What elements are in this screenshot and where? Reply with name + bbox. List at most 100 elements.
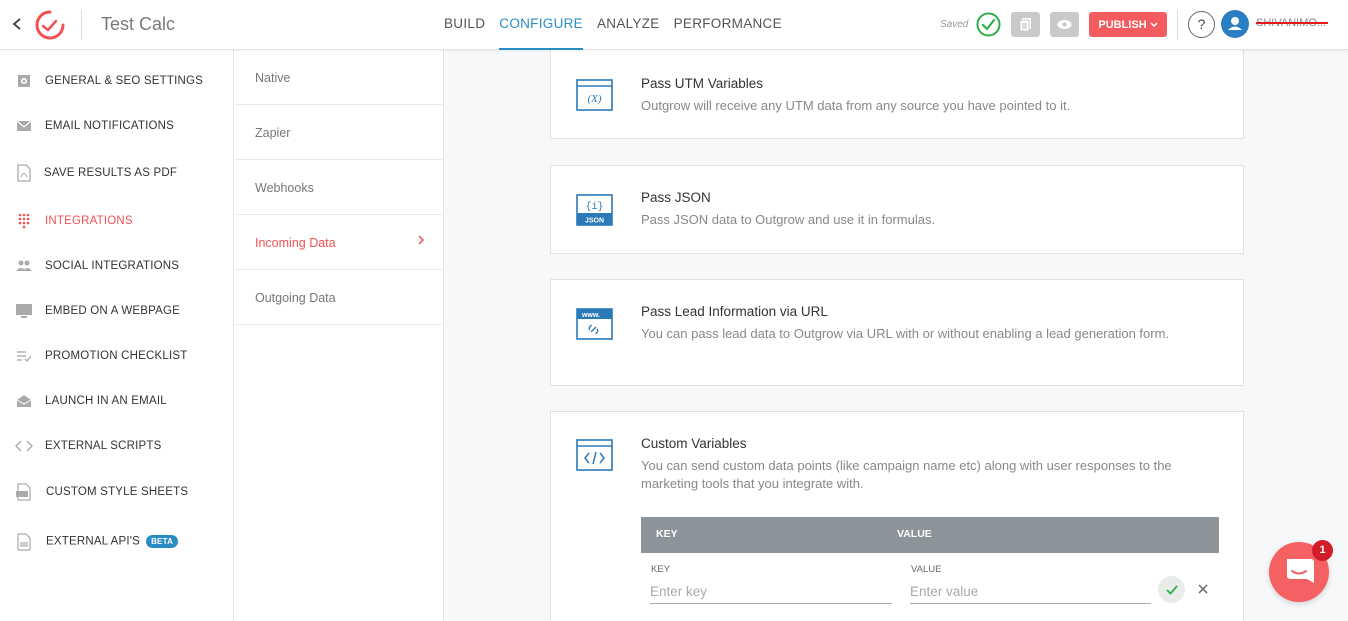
sidebar-item-social-integrations[interactable]: SOCIAL INTEGRATIONS [0,243,234,288]
sidebar-item-external-apis[interactable]: EXTERNAL API'S BETA [0,519,234,564]
submenu-item-native[interactable]: Native [235,50,444,105]
confirm-variable-button[interactable] [1158,576,1185,603]
sidebar-item-label: EMBED ON A WEBPAGE [45,304,181,317]
value-column-header: VALUE [897,528,932,540]
saved-check-icon [976,12,1001,37]
back-arrow-icon[interactable] [10,14,28,34]
svg-text:(X): (X) [587,93,601,105]
copy-button[interactable] [1011,12,1040,37]
card-utm-variables: (X) Pass UTM Variables Outgrow will rece… [550,50,1244,139]
username-redaction [1256,22,1328,24]
key-column-header: KEY [656,528,678,540]
card-lead-via-url: www. Pass Lead Information via URL You c… [550,279,1244,386]
chevron-down-icon [1150,21,1158,27]
sidebar-item-external-scripts[interactable]: EXTERNAL SCRIPTS [0,423,234,468]
sidebar-item-save-pdf[interactable]: SAVE RESULTS AS PDF [0,150,234,195]
sidebar-item-text: EXTERNAL API'S [46,535,141,548]
value-input[interactable] [910,580,1151,604]
sidebar-item-label: LAUNCH IN AN EMAIL [45,394,167,407]
monitor-icon [15,302,33,320]
tab-configure[interactable]: CONFIGURE [499,0,583,50]
code-icon [15,437,33,455]
gear-icon [15,72,33,90]
app-title: Test Calc [101,14,176,34]
sidebar-item-label: EXTERNAL SCRIPTS [45,439,162,452]
top-nav: BUILD CONFIGURE ANALYZE PERFORMANCE [444,0,796,50]
code-window-icon [576,439,613,471]
key-input[interactable] [650,580,892,604]
sidebar-item-label: EMAIL NOTIFICATIONS [45,119,175,132]
header-divider [81,10,82,40]
eye-icon [1057,20,1072,29]
sidebar-item-label: SAVE RESULTS AS PDF [44,166,178,179]
chat-notification-badge: 1 [1312,540,1333,561]
card-description: You can send custom data points (like ca… [641,458,1172,491]
copy-pages-icon [1019,18,1031,32]
card-pass-json: {i} JSON Pass JSON Pass JSON data to Out… [550,165,1244,254]
chevron-right-icon [417,234,425,249]
sidebar-item-embed-webpage[interactable]: EMBED ON A WEBPAGE [0,288,234,333]
envelope-icon [15,117,33,135]
sidebar-item-integrations[interactable]: INTEGRATIONS [0,198,234,243]
submenu-item-incoming-data[interactable]: Incoming Data [235,215,444,270]
user-icon [1228,17,1242,30]
sidebar-item-general-seo[interactable]: GENERAL & SEO SETTINGS [0,58,234,103]
card-title: Pass UTM Variables [641,76,764,91]
css-file-icon [15,482,33,501]
card-title: Pass Lead Information via URL [641,304,828,319]
sidebar-item-label: SOCIAL INTEGRATIONS [45,259,180,272]
sidebar-item-promotion-checklist[interactable]: PROMOTION CHECKLIST [0,333,234,378]
integrations-submenu: Native Zapier Webhooks Incoming Data Out… [235,50,444,621]
beta-badge: BETA [146,535,179,548]
saved-status: Saved [940,19,969,30]
publish-label: PUBLISH [1098,18,1147,31]
card-description: Pass JSON data to Outgrow and use it in … [641,212,936,227]
publish-button[interactable]: PUBLISH [1089,12,1167,37]
svg-text:JSON: JSON [585,218,604,225]
tab-performance[interactable]: PERFORMANCE [674,0,782,50]
card-title: Custom Variables [641,436,747,451]
card-title: Pass JSON [641,190,711,205]
top-header: Test Calc BUILD CONFIGURE ANALYZE PERFOR… [0,0,1348,50]
submenu-item-zapier[interactable]: Zapier [235,105,444,160]
people-icon [15,257,33,275]
avatar[interactable] [1221,10,1249,38]
sidebar-item-label: PROMOTION CHECKLIST [45,349,188,362]
sidebar-item-label: INTEGRATIONS [45,214,133,227]
main-content: (X) Pass UTM Variables Outgrow will rece… [445,50,1348,621]
pdf-icon [15,163,33,182]
key-label: KEY [651,564,671,575]
card-description: Outgrow will receive any UTM data from a… [641,98,1071,113]
sidebar-item-custom-style-sheets[interactable]: CUSTOM STYLE SHEETS [0,469,234,514]
sidebar-item-label: GENERAL & SEO SETTINGS [45,74,203,87]
submenu-item-webhooks[interactable]: Webhooks [235,160,444,215]
tab-build[interactable]: BUILD [444,0,485,50]
help-button[interactable]: ? [1188,11,1215,38]
custom-variables-table-header: KEY VALUE [641,517,1219,553]
outgrow-logo-icon[interactable] [34,9,66,41]
sidebar-item-launch-email[interactable]: LAUNCH IN AN EMAIL [0,378,234,423]
submenu-item-label: Outgoing Data [255,291,336,305]
sidebar-item-label: EXTERNAL API'S BETA [46,535,179,548]
header-divider-right [1177,10,1178,40]
variable-window-icon: (X) [576,79,613,111]
tab-analyze[interactable]: ANALYZE [597,0,660,50]
api-file-icon [15,532,33,551]
www-link-icon: www. [576,308,613,340]
preview-button[interactable] [1050,12,1079,37]
custom-variable-row: KEY VALUE [641,553,1219,608]
submenu-item-label: Native [255,71,291,85]
check-icon [1165,584,1178,595]
svg-text:{i}: {i} [585,201,603,213]
sidebar-item-email-notifications[interactable]: EMAIL NOTIFICATIONS [0,103,234,148]
submenu-item-label: Zapier [255,126,291,140]
close-icon [1198,584,1208,594]
checklist-icon [15,347,33,365]
open-envelope-icon [15,392,33,410]
card-description: You can pass lead data to Outgrow via UR… [641,326,1170,341]
settings-sidebar: GENERAL & SEO SETTINGS EMAIL NOTIFICATIO… [0,50,234,621]
submenu-item-label: Webhooks [255,181,314,195]
submenu-item-outgoing-data[interactable]: Outgoing Data [235,270,444,325]
card-custom-variables: Custom Variables You can send custom dat… [550,411,1244,621]
remove-variable-button[interactable] [1195,578,1211,600]
